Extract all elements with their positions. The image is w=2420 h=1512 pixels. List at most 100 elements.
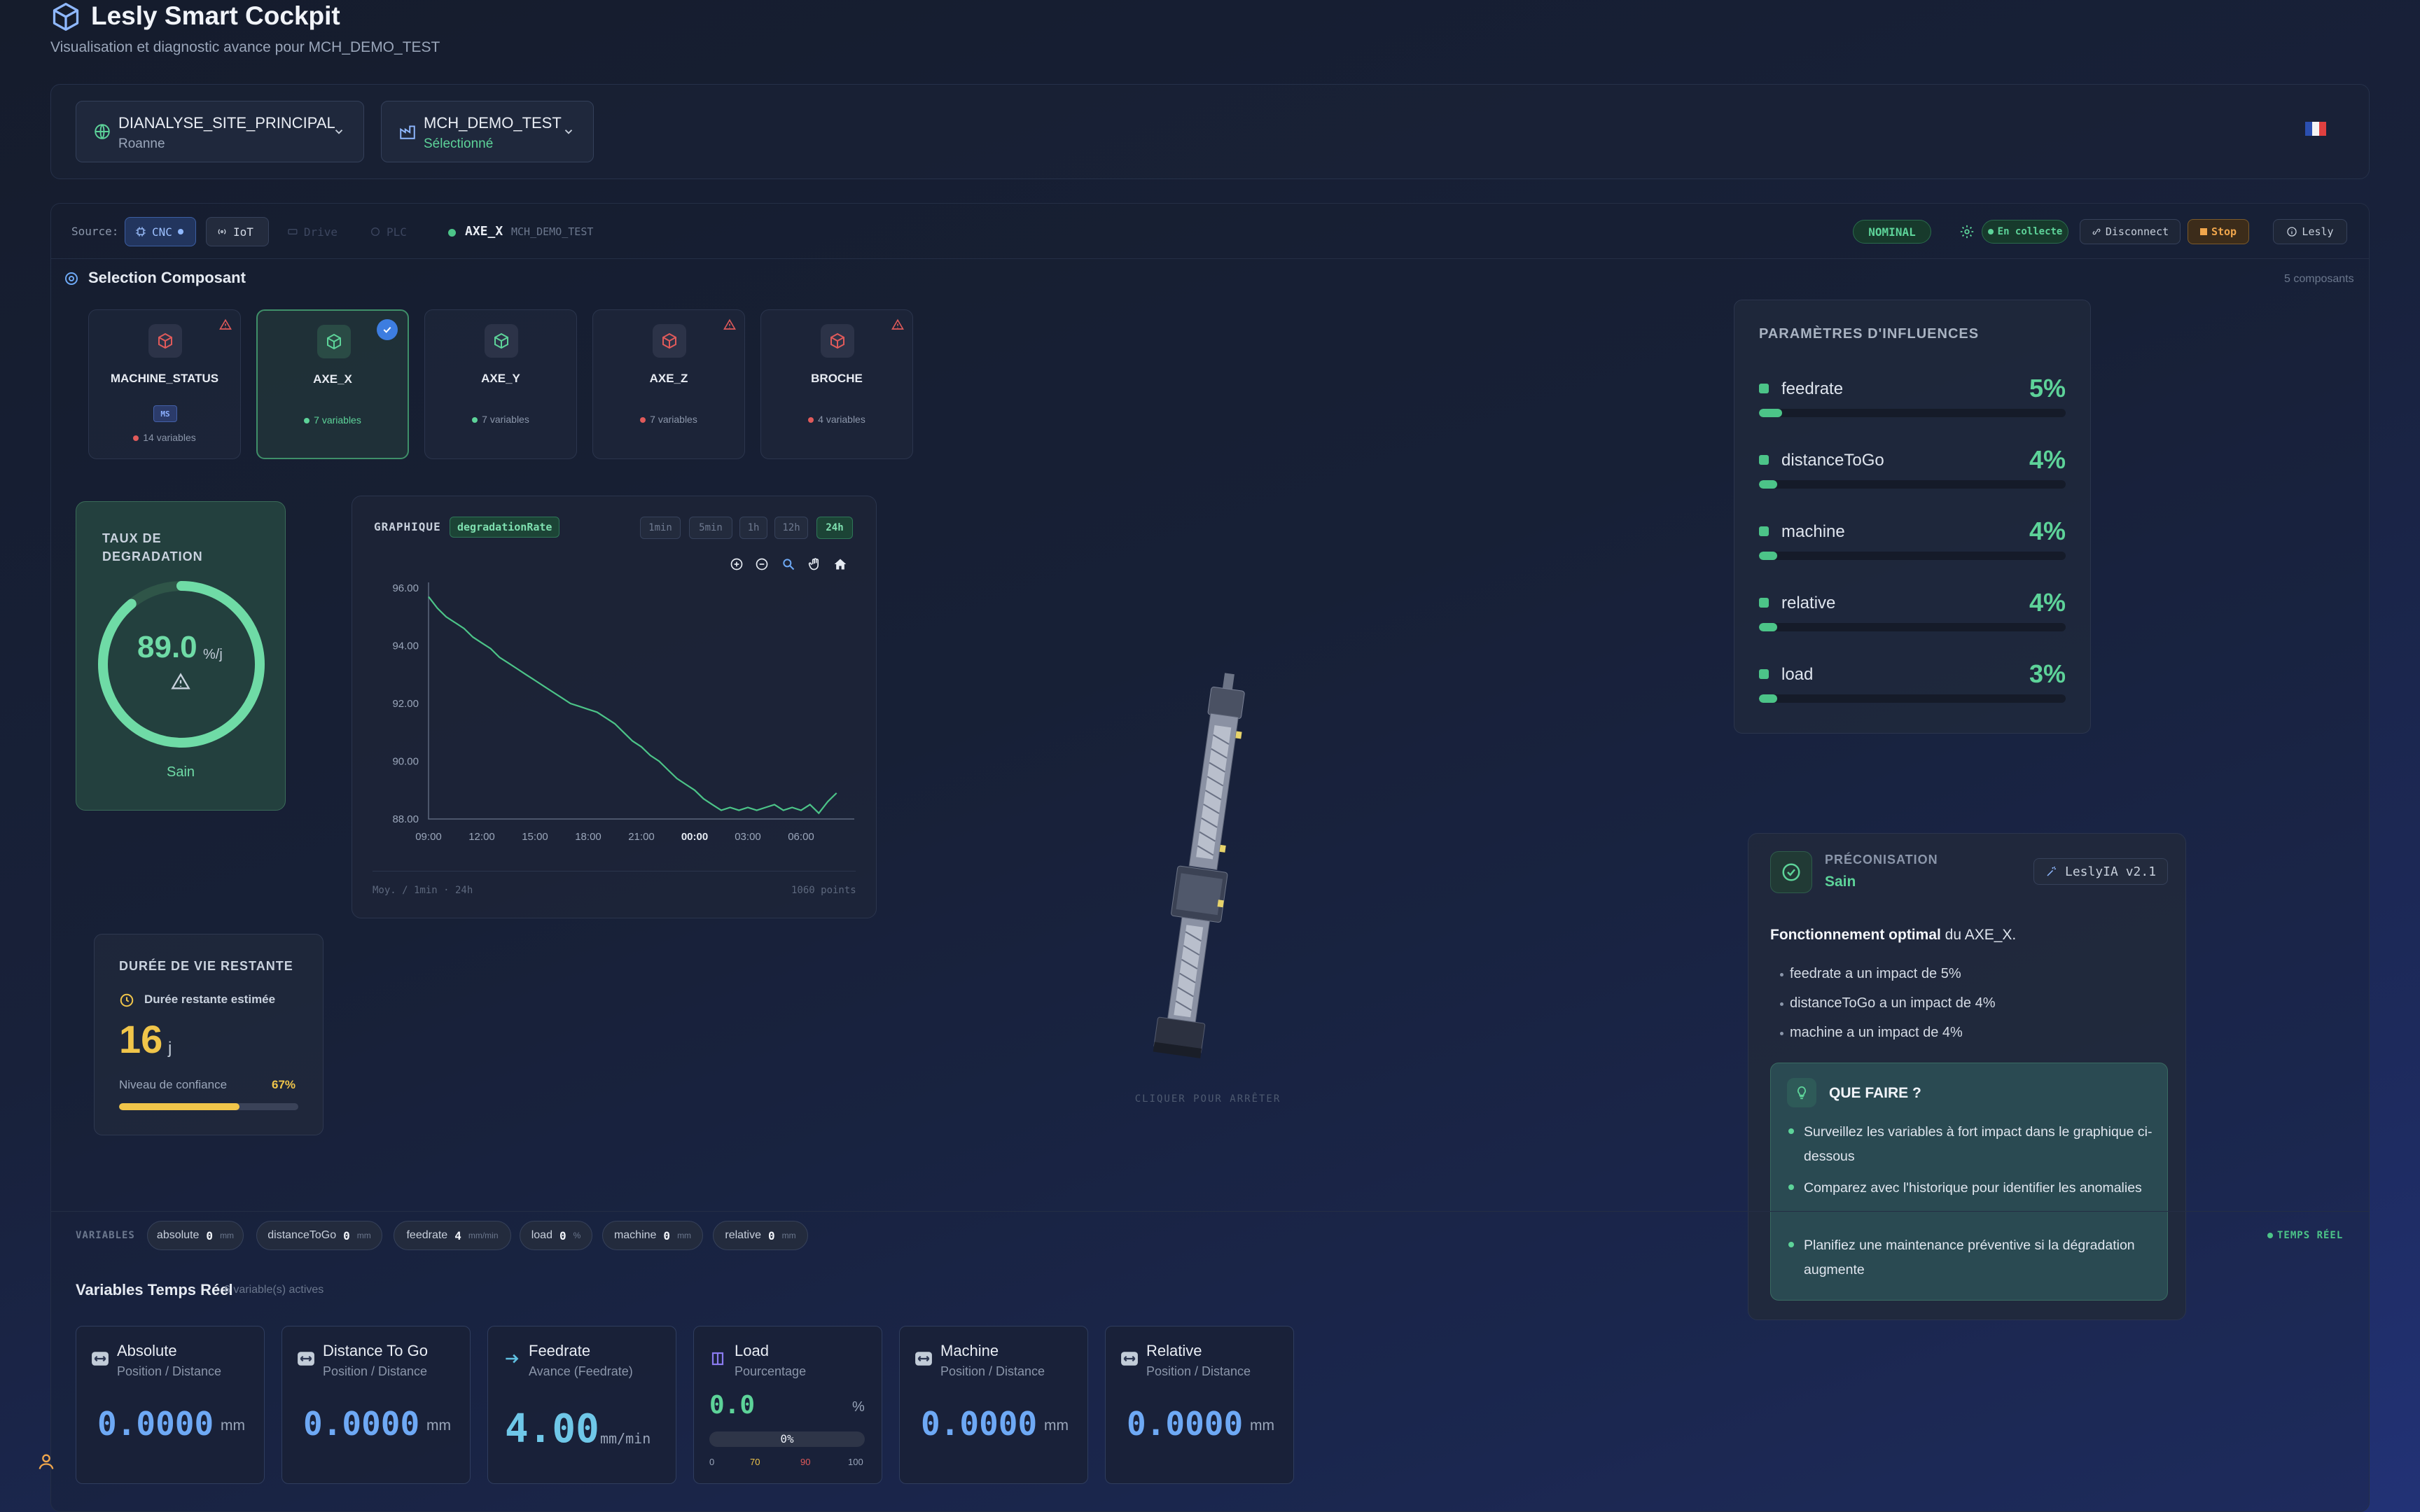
site-selector[interactable]: DIANALYSE_SITE_PRINCIPAL Roanne [76,101,364,162]
component-card-axe-z[interactable]: AXE_Z 7 variables [592,309,745,459]
user-icon[interactable] [36,1452,56,1471]
variable-chip-absolute[interactable]: absolute 0 mm [147,1221,244,1250]
component-count: 5 composants [2284,273,2354,285]
y-tick-label: 92.00 [392,698,419,710]
variable-card-absolute[interactable]: Absolute Position / Distance 0.0000 mm [76,1326,265,1484]
x-tick-label: 12:00 [468,831,495,843]
confidence-bar-fill [119,1103,239,1110]
sparkle-icon [2047,866,2056,876]
range-1min-button[interactable]: 1min [640,517,681,539]
info-icon [2287,227,2297,237]
variable-card-distance-to-go[interactable]: Distance To Go Position / Distance 0.000… [281,1326,471,1484]
component-icon [148,324,182,358]
remaining-life-unit: j [168,1039,172,1058]
axis-3d-model[interactable] [1148,672,1260,1064]
chip-icon [136,227,146,237]
chip-unit: mm [677,1231,692,1240]
remaining-life-title: DURÉE DE VIE RESTANTE [119,959,293,973]
source-label: Source: [71,225,119,238]
component-vars: 7 variables [425,414,576,425]
chip-name: machine [613,1229,657,1241]
source-iot-chip[interactable]: IoT [206,217,269,246]
chart-divider [373,871,856,872]
chart-label: GRAPHIQUE [374,520,441,533]
chip-name: relative [725,1229,761,1241]
range-12h-button[interactable]: 12h [774,517,808,539]
gear-icon[interactable] [1959,224,1975,239]
y-tick-label: 90.00 [392,756,419,768]
realtime-title: Variables Temps Réel [76,1281,233,1298]
x-tick-label: 03:00 [735,831,761,843]
disconnect-button[interactable]: Disconnect [2080,219,2181,244]
range-5min-button[interactable]: 5min [689,517,732,539]
page-subtitle: Visualisation et diagnostic avance pour … [50,39,440,55]
component-vars: 7 variables [258,414,408,426]
range-24h-button[interactable]: 24h [816,517,853,539]
range-1h-button[interactable]: 1h [739,517,767,539]
component-icon [653,324,686,358]
component-card-axe-y[interactable]: AXE_Y 7 variables [424,309,577,459]
variable-unit: % [852,1399,865,1415]
disconnect-label: Disconnect [2105,225,2169,238]
chevron-down-icon [564,130,573,134]
variable-value: 0.0000 [303,1405,420,1443]
component-icon [317,325,351,358]
lesly-button[interactable]: Lesly [2273,219,2347,244]
influence-bar [1759,409,2066,417]
variable-category: Position / Distance [117,1364,222,1378]
todo-item: Comparez avec l'historique pour identifi… [1788,1176,2154,1200]
variables-label: VARIABLES [76,1230,135,1241]
component-card-broche[interactable]: BROCHE 4 variables [760,309,913,459]
component-vars: 4 variables [761,414,912,425]
degradation-chart: 96.00 94.00 92.00 90.00 88.00 09:00 12:00 15:00… [392,582,854,843]
clock-icon [120,993,134,1007]
variable-chip-load[interactable]: load 0% [520,1221,592,1250]
warning-icon [219,318,232,330]
influence-color-marker [1759,598,1769,608]
french-flag-icon[interactable] [2305,122,2326,136]
chip-value: 0 [343,1228,350,1242]
variable-card-feedrate[interactable]: Feedrate Avance (Feedrate) 4.00 mm/min [487,1326,676,1484]
variable-card-relative[interactable]: Relative Position / Distance 0.0000 mm [1105,1326,1294,1484]
arrows-horizontal-icon [1120,1349,1139,1368]
todo-item: Planifiez une maintenance préventive si … [1788,1233,2154,1282]
component-name: AXE_Z [649,372,688,385]
globe-icon [95,124,110,139]
remaining-life-value: 16 [119,1017,163,1061]
influence-percent: 4% [2029,517,2066,545]
chevron-down-icon [335,130,343,134]
variable-card-load[interactable]: Load Pourcentage 0.0 % 0% 0 70 90 100 [693,1326,882,1484]
influence-bar [1759,480,2066,489]
machine-selector[interactable]: MCH_DEMO_TEST Sélectionné [381,101,594,162]
component-badge: MS [153,405,177,422]
chart-series-line [428,596,837,815]
machine-name: MCH_DEMO_TEST [424,114,562,132]
variable-chip-feedrate[interactable]: feedrate 4 mm/min [394,1221,511,1250]
component-card-machine-status[interactable]: MACHINE_STATUS MS 14 variables [88,309,241,459]
chip-unit: mm [781,1231,796,1240]
stop-button[interactable]: Stop [2188,219,2249,244]
variable-category: Pourcentage [735,1364,807,1378]
variable-card-machine[interactable]: Machine Position / Distance 0.0000 mm [899,1326,1088,1484]
chart-variable-badge: degradationRate [450,517,560,538]
influence-row: relative 4% [1759,588,2066,644]
realtime-count: 6 variable(s) actives [224,1284,324,1296]
factory-icon [400,125,415,139]
y-tick-label: 94.00 [392,640,419,652]
x-tick-label: 00:00 [681,831,708,843]
variable-chip-relative[interactable]: relative 0 mm [713,1221,808,1250]
load-tick: 90 [800,1457,811,1467]
component-card-axe-x[interactable]: AXE_X 7 variables [256,309,409,459]
variable-name: Absolute [117,1342,177,1359]
influence-row: distanceToGo 4% [1759,445,2066,501]
site-location: Roanne [118,136,165,151]
variable-chip-machine[interactable]: machine 0 mm [602,1221,703,1250]
collect-dot [1987,229,1994,234]
source-cnc-chip[interactable]: CNC [125,217,196,246]
variable-chip-distancetogo[interactable]: distanceToGo 0 mm [256,1221,382,1250]
influence-percent: 4% [2029,445,2066,474]
variable-unit: mm [426,1418,451,1434]
influence-name: relative [1781,594,1836,612]
source-plc-chip: PLC [360,217,420,246]
plc-icon [371,227,380,236]
